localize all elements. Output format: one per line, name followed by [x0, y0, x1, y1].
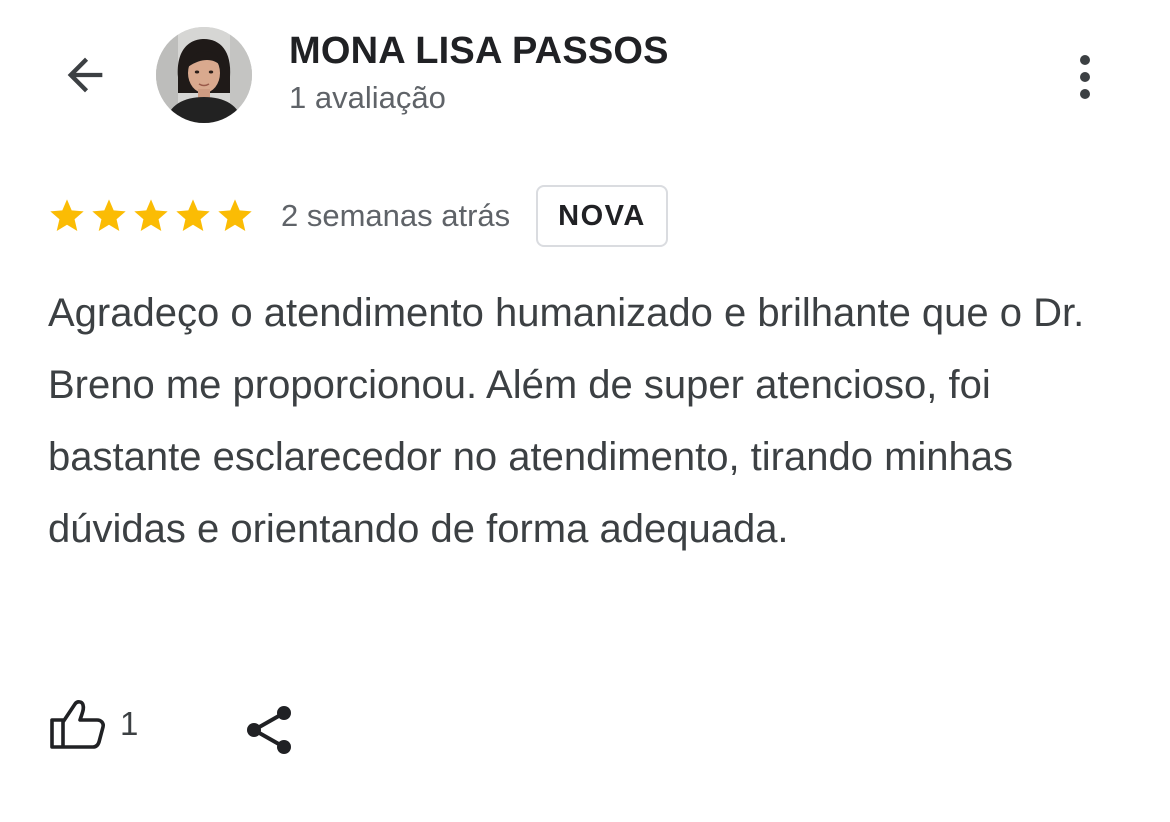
star-rating [47, 196, 255, 236]
avatar-image [156, 27, 252, 123]
review-count: 1 avaliação [289, 80, 446, 115]
rating-row: 2 semanas atrás NOVA [47, 182, 668, 250]
more-options-button[interactable] [1060, 45, 1110, 109]
share-icon [247, 706, 291, 754]
star-icon [92, 199, 126, 231]
back-button[interactable] [50, 40, 120, 110]
more-vert-icon [1080, 55, 1090, 65]
avatar[interactable] [156, 27, 252, 123]
more-vert-icon-dot [1080, 89, 1090, 99]
star-icon [50, 199, 84, 231]
new-badge: NOVA [536, 185, 668, 247]
like-button[interactable]: 1 [48, 698, 138, 750]
more-vert-icon-dot [1080, 72, 1090, 82]
arrow-back-icon [67, 57, 103, 93]
share-button[interactable] [240, 700, 300, 760]
review-time: 2 semanas atrás [281, 198, 511, 233]
star-icon [134, 199, 168, 231]
reviewer-name[interactable]: MONA LISA PASSOS [289, 28, 669, 74]
star-icon [218, 199, 252, 231]
thumb-up-icon [50, 700, 105, 749]
like-count: 1 [120, 705, 139, 742]
star-icon [176, 199, 210, 231]
review-text: Agradeço o atendimento humanizado e bril… [48, 291, 1085, 551]
